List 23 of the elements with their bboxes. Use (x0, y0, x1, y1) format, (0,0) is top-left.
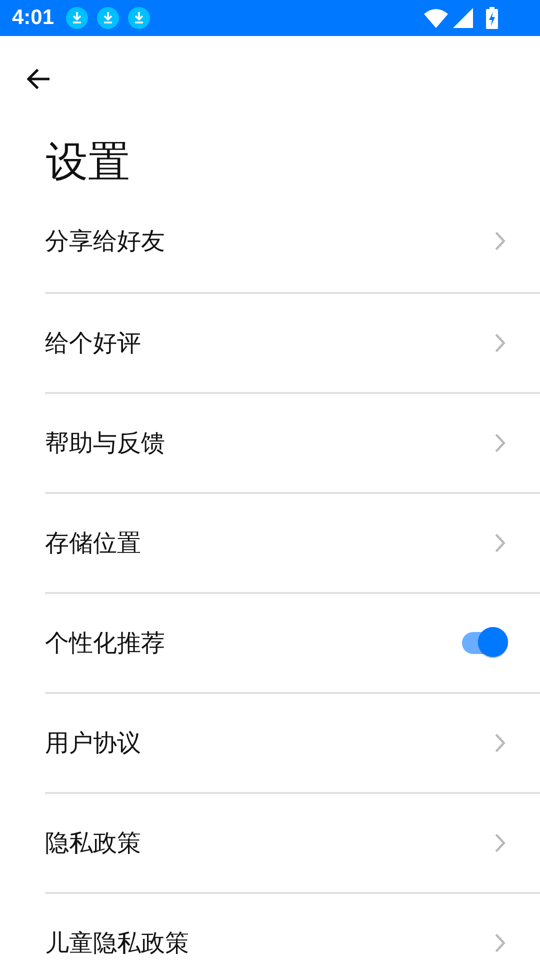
settings-item[interactable]: 儿童隐私政策 (45, 892, 540, 960)
settings-item[interactable]: 用户协议 (45, 692, 540, 792)
download-icon (128, 7, 150, 29)
download-icon (66, 7, 88, 29)
status-time: 4:01 (12, 6, 54, 30)
settings-item[interactable]: 存储位置 (45, 492, 540, 592)
chevron-icon (494, 933, 506, 953)
battery-charging-icon (486, 7, 498, 29)
settings-item[interactable]: 分享给好友 (45, 190, 540, 292)
chevron-icon (494, 833, 506, 853)
download-icon (97, 7, 120, 29)
settings-item[interactable]: 隐私政策 (45, 792, 540, 892)
chevron-icon (494, 333, 506, 353)
chevron-icon (494, 433, 506, 453)
chevron-icon (494, 231, 506, 251)
wifi-icon (424, 8, 448, 28)
chevron-icon (494, 533, 506, 553)
page-title: 设置 (45, 136, 131, 188)
settings-item[interactable]: 个性化推荐 (45, 592, 540, 692)
settings-item[interactable]: 帮助与反馈 (45, 392, 540, 492)
settings-item[interactable]: 给个好评 (45, 292, 540, 392)
chevron-icon (494, 733, 506, 753)
signal-icon (453, 8, 473, 28)
